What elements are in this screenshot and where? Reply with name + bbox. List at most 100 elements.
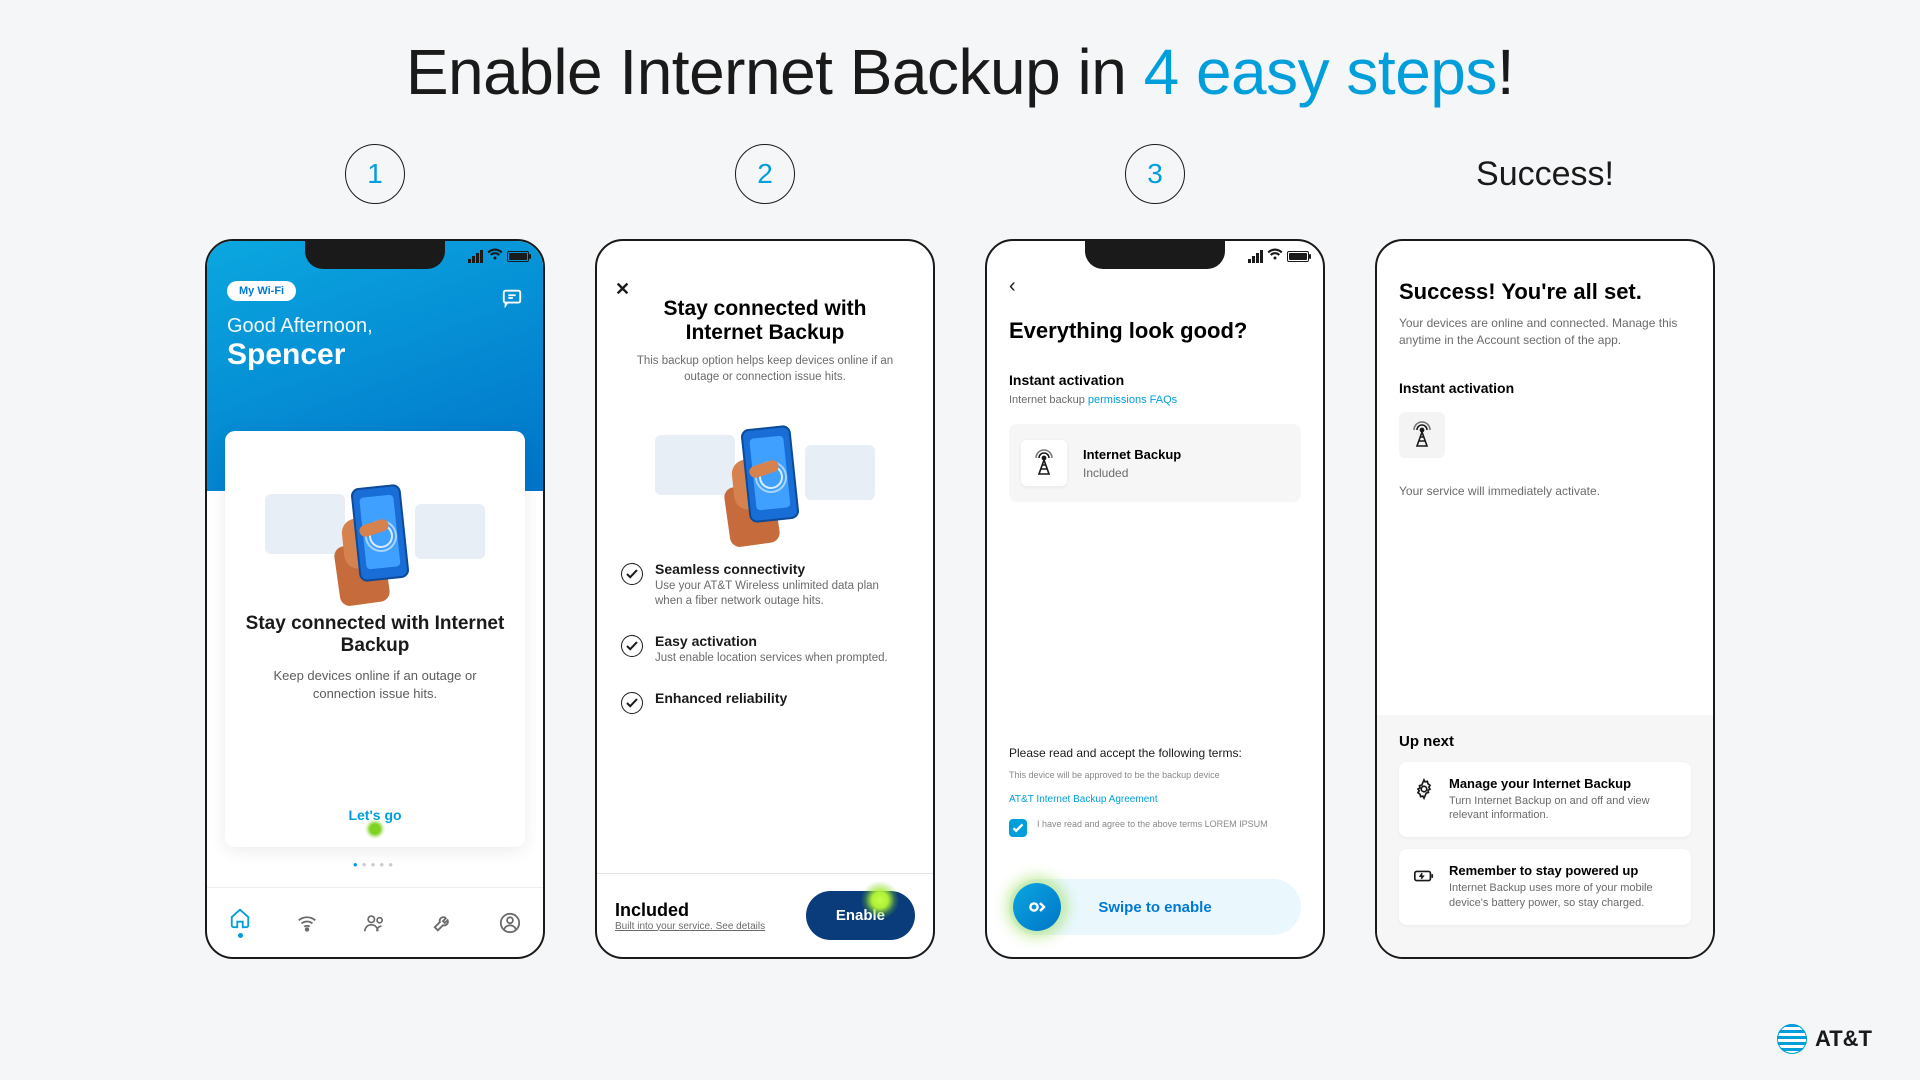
check-icon — [1012, 823, 1024, 833]
enable-button[interactable]: Enable — [806, 891, 915, 940]
screen2-subtitle: This backup option helps keep devices on… — [629, 353, 901, 385]
phone-screen-1: My Wi-Fi Good Afternoon, Spencer Stay co… — [205, 239, 545, 959]
manage-backup-card[interactable]: Manage your Internet BackupTurn Internet… — [1399, 762, 1691, 838]
see-details-link[interactable]: Built into your service. See details — [615, 921, 765, 932]
accept-terms-text: I have read and agree to the above terms… — [1037, 819, 1268, 829]
tower-icon — [1399, 412, 1445, 458]
people-icon — [363, 912, 387, 934]
feature-2: Easy activation Just enable location serv… — [617, 623, 913, 680]
instant-activation-heading: Instant activation — [1009, 372, 1301, 388]
gear-icon — [1413, 778, 1437, 824]
backup-box-sub: Included — [1083, 466, 1181, 480]
tower-icon-container — [1399, 412, 1691, 458]
steps-row: 1 My Wi-Fi Good Afternoon, Spencer S — [0, 144, 1920, 959]
see-details-pre: Built into your service. — [615, 921, 716, 932]
hand-phone-illustration — [617, 395, 913, 545]
tab-tools[interactable] — [432, 912, 454, 934]
signal-icon — [468, 250, 483, 263]
feature-3-title: Enhanced reliability — [655, 690, 787, 706]
terms-section: Please read and accept the following ter… — [1009, 746, 1301, 837]
wifi-tab-icon — [296, 912, 318, 934]
accept-checkbox[interactable] — [1009, 819, 1027, 837]
status-bar — [1248, 247, 1309, 265]
tab-people[interactable] — [363, 912, 387, 934]
success-label: Success! — [1476, 144, 1614, 204]
features-list: Seamless connectivity Use your AT&T Wirel… — [617, 551, 913, 728]
battery-icon — [1287, 251, 1309, 262]
step-2-badge: 2 — [735, 144, 795, 204]
check-circle-icon — [621, 563, 643, 585]
phone-notch — [305, 241, 445, 269]
screen4-subtitle: Your devices are online and connected. M… — [1399, 315, 1691, 350]
wrench-icon — [432, 912, 454, 934]
accept-terms-row[interactable]: I have read and agree to the above terms… — [1009, 819, 1301, 837]
chat-icon[interactable] — [501, 287, 523, 314]
att-brand-text: AT&T — [1815, 1026, 1872, 1052]
tap-indicator-icon — [861, 881, 899, 919]
lets-go-link[interactable]: Let's go — [243, 807, 507, 835]
included-label: Included — [615, 900, 765, 921]
terms-body: This device will be approved to be the b… — [1009, 770, 1301, 780]
my-wifi-pill[interactable]: My Wi-Fi — [227, 281, 296, 301]
wifi-icon — [1267, 247, 1283, 265]
power-card-title: Remember to stay powered up — [1449, 863, 1677, 878]
faq-line: Internet backup permissions FAQs — [1009, 394, 1301, 406]
feature-2-body: Just enable location services when promp… — [655, 651, 888, 666]
swipe-knob[interactable] — [1013, 883, 1061, 931]
backup-box-title: Internet Backup — [1083, 447, 1181, 462]
feature-2-title: Easy activation — [655, 633, 888, 649]
feature-1: Seamless connectivity Use your AT&T Wirel… — [617, 551, 913, 623]
instant-activation-heading: Instant activation — [1399, 380, 1691, 396]
tab-home[interactable] — [229, 907, 251, 938]
step-1-column: 1 My Wi-Fi Good Afternoon, Spencer S — [205, 144, 545, 959]
home-icon — [229, 907, 251, 929]
phone-screen-3: ‹ Everything look good? Instant activati… — [985, 239, 1325, 959]
phone-screen-2: ✕ Stay connected with Internet Backup Th… — [595, 239, 935, 959]
page-headline: Enable Internet Backup in 4 easy steps! — [0, 0, 1920, 109]
close-button[interactable]: ✕ — [615, 279, 630, 300]
carousel-dots[interactable]: ●●●●● — [207, 860, 543, 869]
promo-card-body: Keep devices online if an outage or conn… — [243, 667, 507, 703]
back-button[interactable]: ‹ — [1009, 275, 1301, 298]
step-1-badge: 1 — [345, 144, 405, 204]
faq-pre: Internet backup — [1009, 394, 1088, 406]
tab-wifi[interactable] — [296, 912, 318, 934]
up-next-section: Up next Manage your Internet BackupTurn … — [1377, 715, 1713, 957]
swipe-to-enable[interactable]: Swipe to enable — [1009, 879, 1301, 935]
step-3-badge: 3 — [1125, 144, 1185, 204]
feature-1-title: Seamless connectivity — [655, 561, 909, 577]
signal-icon — [1248, 250, 1263, 263]
status-bar — [468, 247, 529, 265]
tab-account[interactable] — [499, 912, 521, 934]
headline-post: ! — [1497, 36, 1514, 108]
step-3-column: 3 ‹ Everything look good? Instant activa… — [985, 144, 1325, 959]
screen2-title-line1: Stay connected with — [617, 297, 913, 321]
up-next-heading: Up next — [1399, 733, 1691, 750]
phone-screen-4: Success! You're all set. Your devices ar… — [1375, 239, 1715, 959]
screen2-title-line2: Internet Backup — [617, 321, 913, 345]
hand-phone-illustration — [243, 449, 507, 609]
user-name: Spencer — [227, 338, 523, 372]
step-2-column: 2 ✕ Stay connected with Internet Backup … — [595, 144, 935, 959]
battery-icon — [507, 251, 529, 262]
feature-1-body: Use your AT&T Wireless unlimited data pl… — [655, 579, 909, 609]
check-circle-icon — [621, 635, 643, 657]
agreement-link[interactable]: AT&T Internet Backup Agreement — [1009, 794, 1301, 805]
permissions-faqs-link[interactable]: permissions FAQs — [1088, 394, 1177, 406]
promo-card-title: Stay connected with Internet Backup — [243, 613, 507, 657]
activation-note: Your service will immediately activate. — [1399, 484, 1691, 498]
att-globe-icon — [1777, 1024, 1807, 1054]
backup-summary-box: Internet Backup Included — [1009, 424, 1301, 502]
promo-card[interactable]: Stay connected with Internet Backup Keep… — [225, 431, 525, 847]
tower-icon — [1021, 440, 1067, 486]
manage-card-title: Manage your Internet Backup — [1449, 776, 1677, 791]
att-brand: AT&T — [1777, 1024, 1872, 1054]
tap-indicator-icon — [365, 819, 385, 839]
power-reminder-card[interactable]: Remember to stay powered upInternet Back… — [1399, 849, 1691, 925]
tab-bar — [207, 887, 543, 957]
account-icon — [499, 912, 521, 934]
check-circle-icon — [621, 692, 643, 714]
screen3-title: Everything look good? — [1009, 318, 1301, 344]
feature-3: Enhanced reliability — [617, 680, 913, 728]
screen2-footer: Included Built into your service. See de… — [597, 873, 933, 957]
